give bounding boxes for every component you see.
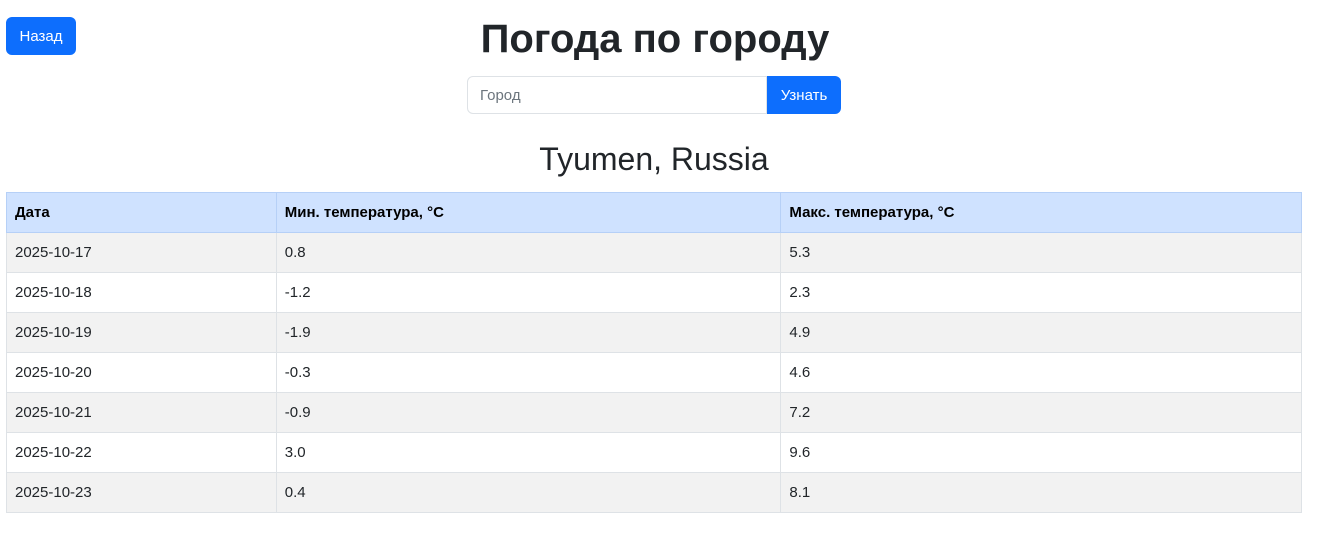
cell-date: 2025-10-22 bbox=[6, 432, 277, 473]
cell-min-temp: -1.2 bbox=[275, 272, 782, 313]
cell-min-temp: -0.3 bbox=[275, 352, 782, 393]
table-row: 2025-10-19 -1.9 4.9 bbox=[6, 312, 1302, 353]
table-row: 2025-10-21 -0.9 7.2 bbox=[6, 392, 1302, 433]
cell-date: 2025-10-20 bbox=[6, 352, 277, 393]
column-header-max-temp: Макс. температура, °C bbox=[780, 192, 1302, 233]
cell-max-temp: 7.2 bbox=[780, 392, 1302, 433]
table-row: 2025-10-20 -0.3 4.6 bbox=[6, 352, 1302, 393]
table-row: 2025-10-22 3.0 9.6 bbox=[6, 432, 1302, 473]
table-body: 2025-10-17 0.8 5.3 2025-10-18 -1.2 2.3 2… bbox=[6, 232, 1302, 513]
table-header-row: Дата Мин. температура, °C Макс. температ… bbox=[6, 192, 1302, 233]
weather-page: Назад Погода по городу Узнать Tyumen, Ru… bbox=[0, 0, 1320, 534]
weather-table: Дата Мин. температура, °C Макс. температ… bbox=[6, 192, 1302, 513]
cell-max-temp: 2.3 bbox=[780, 272, 1302, 313]
cell-min-temp: 0.4 bbox=[275, 472, 782, 513]
cell-max-temp: 8.1 bbox=[780, 472, 1302, 513]
table-row: 2025-10-23 0.4 8.1 bbox=[6, 472, 1302, 513]
cell-min-temp: -0.9 bbox=[275, 392, 782, 433]
page-title: Погода по городу bbox=[480, 17, 830, 61]
cell-min-temp: 0.8 bbox=[275, 232, 782, 273]
cell-date: 2025-10-23 bbox=[6, 472, 277, 513]
location-title: Tyumen, Russia bbox=[539, 141, 769, 177]
table-header: Дата Мин. температура, °C Макс. температ… bbox=[6, 192, 1302, 233]
cell-min-temp: 3.0 bbox=[275, 432, 782, 473]
column-header-min-temp: Мин. температура, °C bbox=[275, 192, 782, 233]
cell-min-temp: -1.9 bbox=[275, 312, 782, 353]
cell-max-temp: 5.3 bbox=[780, 232, 1302, 273]
cell-date: 2025-10-17 bbox=[6, 232, 277, 273]
table-row: 2025-10-18 -1.2 2.3 bbox=[6, 272, 1302, 313]
city-search-form: Узнать bbox=[467, 76, 841, 114]
cell-date: 2025-10-19 bbox=[6, 312, 277, 353]
cell-max-temp: 9.6 bbox=[780, 432, 1302, 473]
cell-date: 2025-10-21 bbox=[6, 392, 277, 433]
cell-date: 2025-10-18 bbox=[6, 272, 277, 313]
cell-max-temp: 4.9 bbox=[780, 312, 1302, 353]
city-input[interactable] bbox=[467, 76, 767, 114]
get-weather-button[interactable]: Узнать bbox=[767, 76, 841, 114]
table-row: 2025-10-17 0.8 5.3 bbox=[6, 232, 1302, 273]
column-header-date: Дата bbox=[6, 192, 277, 233]
cell-max-temp: 4.6 bbox=[780, 352, 1302, 393]
